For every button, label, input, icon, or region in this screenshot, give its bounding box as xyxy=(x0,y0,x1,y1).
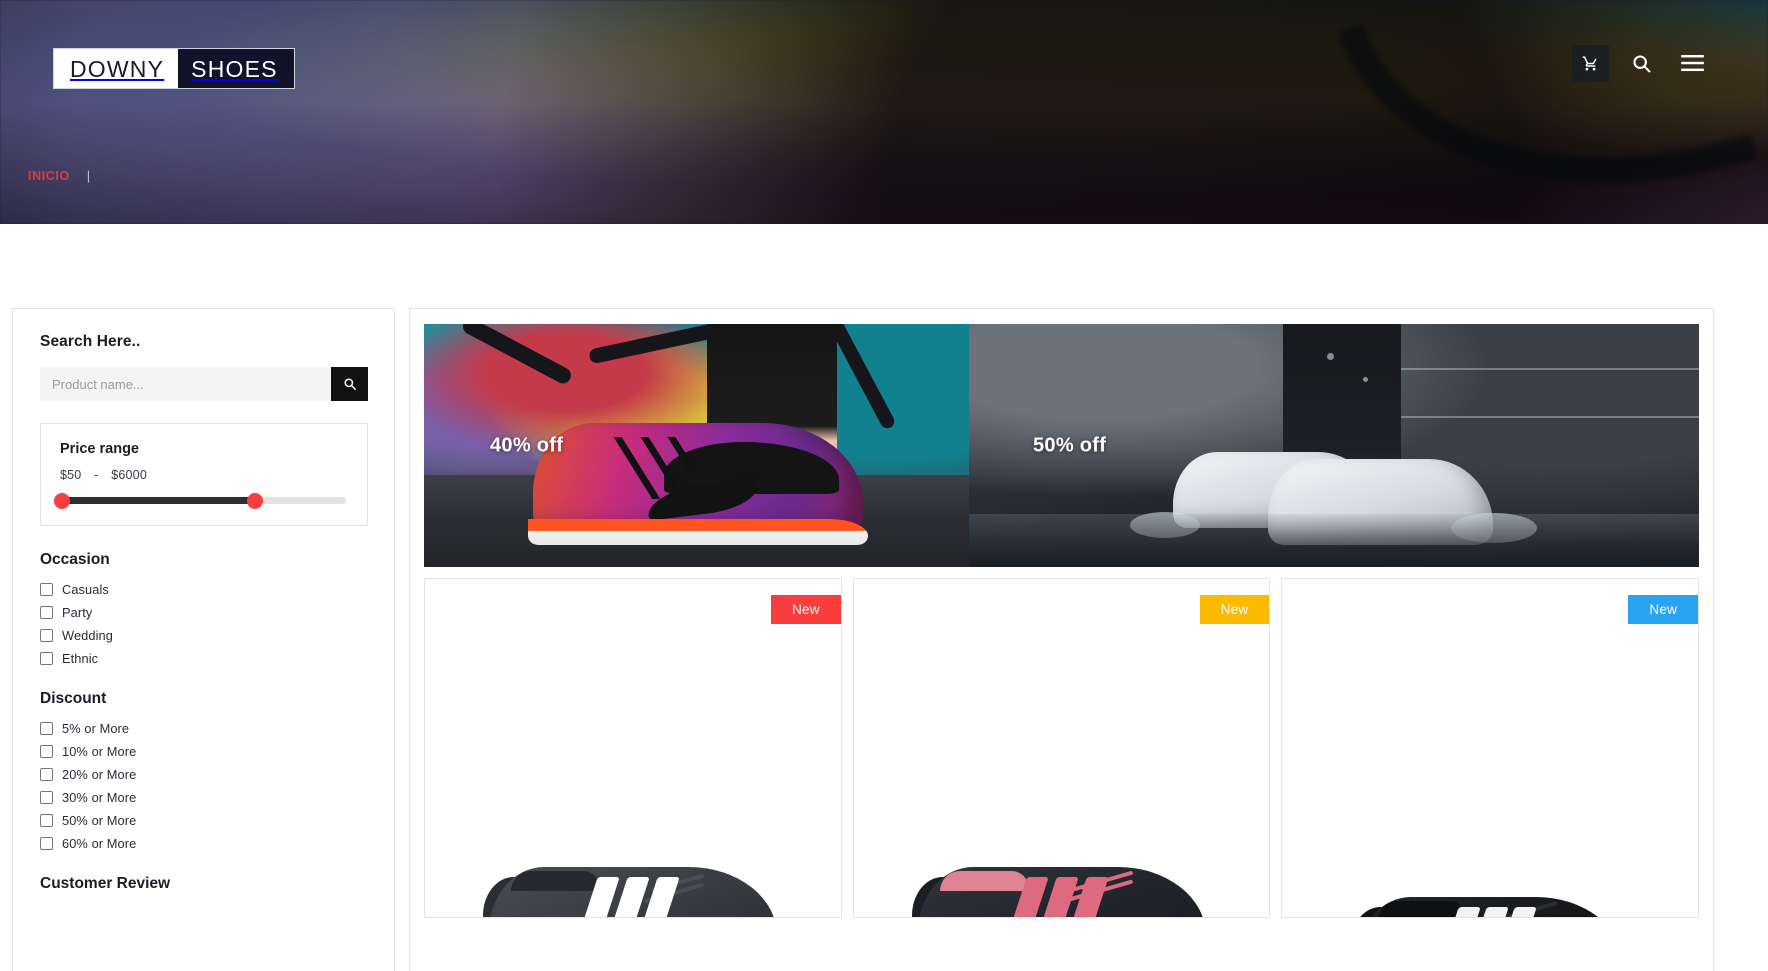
checkbox-icon[interactable] xyxy=(40,791,53,804)
checkbox-icon[interactable] xyxy=(40,722,53,735)
checkbox-icon[interactable] xyxy=(40,606,53,619)
hamburger-menu-icon[interactable] xyxy=(1674,45,1711,82)
promo-banners: 40% off 50% off xyxy=(424,324,1699,567)
checkbox-icon[interactable] xyxy=(40,629,53,642)
banner-puddle xyxy=(969,513,1699,567)
price-slider-fill xyxy=(62,497,256,504)
banner-shoe-sole xyxy=(527,519,868,546)
product-image xyxy=(425,747,841,917)
facet-group-occasion: Occasion Casuals Party Wedding Ethnic xyxy=(40,551,368,666)
breadcrumb: INICIO | xyxy=(28,168,90,183)
checkbox-icon[interactable] xyxy=(40,652,53,665)
product-listing-area: 40% off 50% off New New New xyxy=(409,308,1714,971)
status-badge: New xyxy=(1628,595,1699,624)
facet-option-label: 5% or More xyxy=(62,721,130,736)
facet-option-label: Casuals xyxy=(62,582,109,597)
facet-title-customer-review: Customer Review xyxy=(40,875,171,892)
facet-group-discount: Discount 5% or More 10% or More 20% or M… xyxy=(40,690,368,851)
sidebar-search-row xyxy=(40,367,368,401)
price-range-dash: - xyxy=(94,468,99,482)
checkbox-icon[interactable] xyxy=(40,583,53,596)
checkbox-icon[interactable] xyxy=(40,814,53,827)
page-body: Search Here.. Price range $50 - $6000 xyxy=(0,224,1768,971)
banner-label: 50% off xyxy=(1033,434,1107,456)
product-card[interactable]: New xyxy=(424,578,842,918)
shoe-collar xyxy=(1378,901,1467,917)
product-grid: New New New xyxy=(424,578,1700,918)
breadcrumb-separator: | xyxy=(86,168,91,183)
facet-option-label: 60% or More xyxy=(62,836,137,851)
facet-title-occasion: Occasion xyxy=(40,551,110,568)
facet-option-label: Party xyxy=(62,605,93,620)
cart-icon[interactable] xyxy=(1572,45,1609,82)
price-slider-handle-max[interactable] xyxy=(247,492,264,509)
facet-option-casuals[interactable]: Casuals xyxy=(40,582,368,597)
hero-header: DOWNY SHOES INICIO | xyxy=(0,0,1768,224)
facet-option-discount-60[interactable]: 60% or More xyxy=(40,836,368,851)
status-badge: New xyxy=(1199,595,1270,624)
facet-option-discount-10[interactable]: 10% or More xyxy=(40,744,368,759)
facet-option-label: Wedding xyxy=(62,628,113,643)
banner-label: 40% off xyxy=(490,434,564,456)
facet-option-ethnic[interactable]: Ethnic xyxy=(40,651,368,666)
price-range-values: $50 - $6000 xyxy=(60,468,348,482)
search-icon[interactable] xyxy=(1623,45,1660,82)
facet-title-discount: Discount xyxy=(40,690,107,707)
header-actions xyxy=(1572,45,1711,82)
product-image xyxy=(854,747,1270,917)
promo-banner-50-off[interactable]: 50% off xyxy=(969,324,1699,567)
price-max-label: $6000 xyxy=(111,468,147,482)
banner-stripe xyxy=(1348,367,1699,370)
facet-option-discount-5[interactable]: 5% or More xyxy=(40,721,368,736)
facet-options-occasion: Casuals Party Wedding Ethnic xyxy=(40,582,368,666)
logo-text-secondary: SHOES xyxy=(178,49,294,88)
breadcrumb-item-home[interactable]: INICIO xyxy=(28,169,70,183)
search-submit-button[interactable] xyxy=(331,367,368,401)
search-heading: Search Here.. xyxy=(40,333,141,350)
facet-option-label: 10% or More xyxy=(62,744,137,759)
facet-option-label: Ethnic xyxy=(62,651,99,666)
price-range-title: Price range xyxy=(60,441,139,457)
price-range-slider[interactable] xyxy=(54,492,346,509)
status-badge: New xyxy=(771,595,841,624)
product-card[interactable]: New xyxy=(852,578,1271,918)
facet-option-label: 20% or More xyxy=(62,767,137,782)
facet-options-discount: 5% or More 10% or More 20% or More 30% o… xyxy=(40,721,368,851)
facet-option-party[interactable]: Party xyxy=(40,605,368,620)
banner-shoe-laces xyxy=(592,436,689,499)
logo-text-primary: DOWNY xyxy=(54,49,179,88)
price-min-label: $50 xyxy=(60,468,82,482)
checkbox-icon[interactable] xyxy=(40,768,53,781)
facet-option-wedding[interactable]: Wedding xyxy=(40,628,368,643)
water-droplet xyxy=(1326,353,1334,361)
facet-option-discount-20[interactable]: 20% or More xyxy=(40,767,368,782)
price-slider-handle-min[interactable] xyxy=(54,492,70,509)
filter-sidebar: Search Here.. Price range $50 - $6000 xyxy=(12,308,395,971)
facet-option-discount-30[interactable]: 30% or More xyxy=(40,790,368,805)
shoe-collar xyxy=(510,871,599,891)
product-image: ADIZERO ADIOS 4 xyxy=(1282,777,1698,917)
facet-option-discount-50[interactable]: 50% or More xyxy=(40,813,368,828)
checkbox-icon[interactable] xyxy=(40,745,53,758)
facet-option-label: 50% or More xyxy=(62,813,137,828)
facet-option-label: 30% or More xyxy=(62,790,137,805)
shoe-collar xyxy=(939,871,1028,891)
product-card[interactable]: New ADIZERO ADIOS 4 xyxy=(1281,578,1700,918)
promo-banner-40-off[interactable]: 40% off xyxy=(424,324,969,567)
site-logo[interactable]: DOWNY SHOES xyxy=(53,48,295,89)
checkbox-icon[interactable] xyxy=(40,837,53,850)
price-range-filter: Price range $50 - $6000 xyxy=(40,423,368,526)
search-input[interactable] xyxy=(40,367,331,401)
